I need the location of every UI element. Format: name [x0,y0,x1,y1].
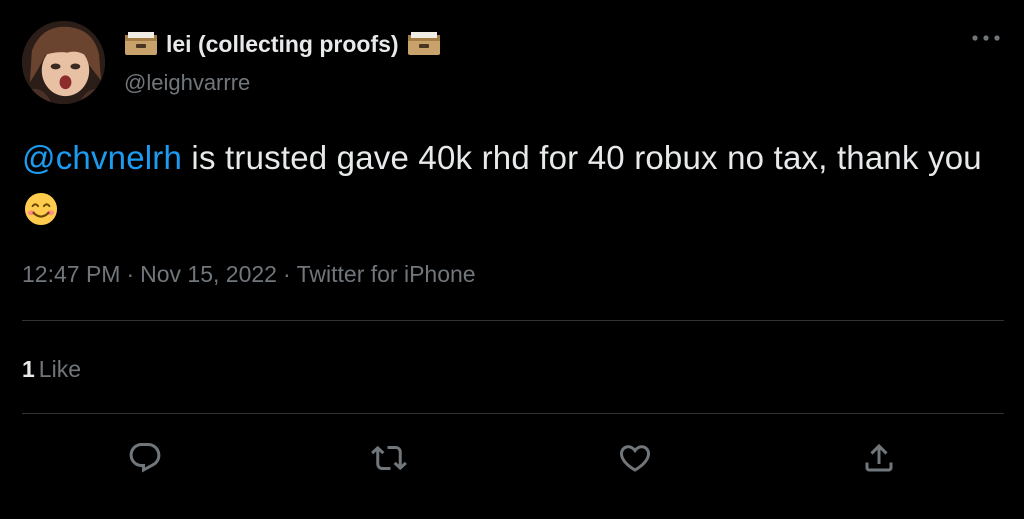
author-name-row[interactable]: lei (collecting proofs) [124,28,441,60]
reply-button[interactable] [125,438,165,478]
retweet-icon [371,445,407,471]
more-options-button[interactable] [968,26,1004,50]
divider [22,320,1004,321]
retweet-button[interactable] [369,438,409,478]
likes-label: Like [38,356,81,382]
tweet-date[interactable]: Nov 15, 2022 [140,261,277,287]
mention-link[interactable]: @chvnelrh [22,139,182,176]
avatar[interactable] [22,21,105,104]
divider [22,413,1004,414]
meta-separator: · [282,261,291,287]
share-icon [865,443,893,472]
heart-icon [619,445,651,472]
more-options-icon [972,35,1000,41]
smiling-face-icon [24,192,58,226]
tweet-source[interactable]: Twitter for iPhone [297,261,476,287]
author-handle[interactable]: @leighvarrre [124,70,250,96]
tweet-time[interactable]: 12:47 PM [22,261,120,287]
card-file-box-icon [407,31,441,57]
tweet-meta: 12:47 PM · Nov 15, 2022 · Twitter for iPhone [22,261,476,288]
like-button[interactable] [615,438,655,478]
share-button[interactable] [859,438,899,478]
card-file-box-icon [124,31,158,57]
reply-icon [129,443,161,473]
likes-stat[interactable]: 1 Like [22,356,81,383]
tweet-detail: lei (collecting proofs) @leighvarrre @ch… [0,0,1024,519]
likes-count: 1 [22,356,35,382]
tweet-text: @chvnelrh is trusted gave 40k rhd for 40… [22,132,1002,236]
author-display-name: lei (collecting proofs) [166,30,399,57]
meta-separator: · [126,261,135,287]
tweet-body: is trusted gave 40k rhd for 40 robux no … [182,139,982,176]
avatar-image [22,21,105,104]
